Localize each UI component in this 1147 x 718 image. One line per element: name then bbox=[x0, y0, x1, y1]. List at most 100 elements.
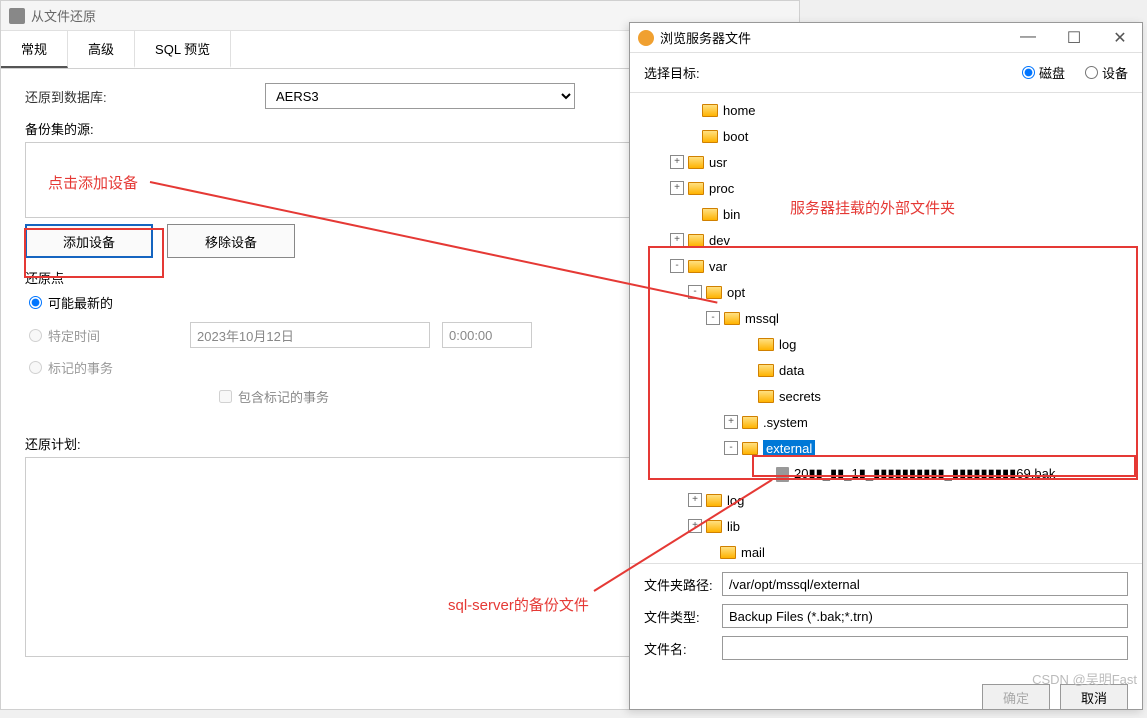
tree-node[interactable]: + usr bbox=[640, 149, 1132, 175]
tree-node[interactable]: + dev bbox=[640, 227, 1132, 253]
tree-expand-icon bbox=[702, 545, 716, 559]
tree-expand-icon[interactable]: - bbox=[706, 311, 720, 325]
radio-marked-label: 标记的事务 bbox=[48, 358, 113, 377]
radio-latest-label: 可能最新的 bbox=[48, 293, 113, 312]
folder-icon bbox=[706, 286, 722, 299]
folder-icon bbox=[706, 494, 722, 507]
type-input[interactable] bbox=[722, 604, 1128, 628]
type-label: 文件类型: bbox=[644, 607, 722, 626]
remove-device-button[interactable]: 移除设备 bbox=[167, 224, 295, 258]
tree-expand-icon bbox=[684, 103, 698, 117]
add-device-button[interactable]: 添加设备 bbox=[25, 224, 153, 258]
tree-node-label[interactable]: usr bbox=[709, 155, 727, 170]
tree-node-label[interactable]: var bbox=[709, 259, 727, 274]
tree-node[interactable]: data bbox=[640, 357, 1132, 383]
minimize-icon[interactable]: — bbox=[1014, 28, 1042, 48]
browser-icon bbox=[638, 30, 654, 46]
tree-node-label[interactable]: dev bbox=[709, 233, 730, 248]
tree-node[interactable]: 20▮▮_▮▮_1▮_▮▮▮▮▮▮▮▮▮▮_▮▮▮▮▮▮▮▮▮69.bak bbox=[640, 461, 1132, 487]
folder-icon bbox=[702, 208, 718, 221]
tree-node-label[interactable]: home bbox=[723, 103, 756, 118]
folder-tree[interactable]: homeboot+usr+procbin+dev-var-opt-mssqllo… bbox=[630, 93, 1142, 563]
tree-node-label[interactable]: log bbox=[779, 337, 796, 352]
folder-icon bbox=[702, 130, 718, 143]
name-label: 文件名: bbox=[644, 639, 722, 658]
tab-general[interactable]: 常规 bbox=[1, 31, 68, 68]
radio-disk[interactable] bbox=[1022, 66, 1035, 79]
tree-expand-icon[interactable]: + bbox=[670, 181, 684, 195]
radio-device-label: 设备 bbox=[1102, 63, 1128, 82]
tree-node[interactable]: secrets bbox=[640, 383, 1132, 409]
tree-node[interactable]: bin bbox=[640, 201, 1132, 227]
radio-latest[interactable] bbox=[29, 296, 42, 309]
tree-expand-icon[interactable]: + bbox=[670, 233, 684, 247]
radio-specific-label: 特定时间 bbox=[48, 326, 100, 345]
tree-node[interactable]: - var bbox=[640, 253, 1132, 279]
tree-node[interactable]: + log bbox=[640, 487, 1132, 513]
tree-node[interactable]: - mssql bbox=[640, 305, 1132, 331]
tree-expand-icon[interactable]: - bbox=[670, 259, 684, 273]
tab-sql-preview[interactable]: SQL 预览 bbox=[135, 31, 231, 68]
time-input[interactable] bbox=[442, 322, 532, 348]
folder-icon bbox=[706, 520, 722, 533]
tree-node-label[interactable]: boot bbox=[723, 129, 748, 144]
restore-to-label: 还原到数据库: bbox=[25, 87, 265, 106]
tree-node[interactable]: boot bbox=[640, 123, 1132, 149]
folder-icon bbox=[720, 546, 736, 559]
folder-icon bbox=[688, 182, 704, 195]
folder-icon bbox=[688, 260, 704, 273]
restore-to-select[interactable]: AERS3 bbox=[265, 83, 575, 109]
app-icon bbox=[9, 8, 25, 24]
tree-node-label[interactable]: lib bbox=[727, 519, 740, 534]
tree-expand-icon bbox=[758, 467, 772, 481]
tree-node-label[interactable]: mssql bbox=[745, 311, 779, 326]
radio-device[interactable] bbox=[1085, 66, 1098, 79]
tree-expand-icon[interactable]: + bbox=[688, 519, 702, 533]
tree-node-label[interactable]: log bbox=[727, 493, 744, 508]
close-icon[interactable]: ✕ bbox=[1106, 28, 1134, 48]
path-label: 文件夹路径: bbox=[644, 575, 722, 594]
tree-node[interactable]: - external bbox=[640, 435, 1132, 461]
tree-node[interactable]: + .system bbox=[640, 409, 1132, 435]
folder-icon bbox=[758, 390, 774, 403]
tree-expand-icon[interactable]: - bbox=[688, 285, 702, 299]
tree-node[interactable]: mail bbox=[640, 539, 1132, 563]
tree-node[interactable]: home bbox=[640, 97, 1132, 123]
tab-advanced[interactable]: 高级 bbox=[68, 31, 135, 68]
tree-node[interactable]: - opt bbox=[640, 279, 1132, 305]
select-target-label: 选择目标: bbox=[644, 63, 1002, 82]
tree-expand-icon bbox=[740, 363, 754, 377]
tree-expand-icon[interactable]: + bbox=[724, 415, 738, 429]
folder-icon bbox=[742, 416, 758, 429]
path-input[interactable] bbox=[722, 572, 1128, 596]
folder-icon bbox=[688, 234, 704, 247]
tree-node-label[interactable]: secrets bbox=[779, 389, 821, 404]
folder-icon bbox=[724, 312, 740, 325]
tree-node-label[interactable]: mail bbox=[741, 545, 765, 560]
tree-expand-icon[interactable]: + bbox=[688, 493, 702, 507]
tree-node-label[interactable]: bin bbox=[723, 207, 740, 222]
tree-node-label[interactable]: 20▮▮_▮▮_1▮_▮▮▮▮▮▮▮▮▮▮_▮▮▮▮▮▮▮▮▮69.bak bbox=[794, 466, 1055, 482]
tree-expand-icon bbox=[684, 129, 698, 143]
tree-node-label[interactable]: opt bbox=[727, 285, 745, 300]
include-marked-label: 包含标记的事务 bbox=[238, 387, 329, 406]
tree-node[interactable]: + proc bbox=[640, 175, 1132, 201]
tree-node-label[interactable]: .system bbox=[763, 415, 808, 430]
tree-node[interactable]: + lib bbox=[640, 513, 1132, 539]
tree-node[interactable]: log bbox=[640, 331, 1132, 357]
name-input[interactable] bbox=[722, 636, 1128, 660]
watermark: CSDN @吴明Fast bbox=[1032, 669, 1137, 688]
date-input[interactable] bbox=[190, 322, 430, 348]
tree-node-label[interactable]: external bbox=[763, 440, 815, 457]
tree-expand-icon[interactable]: + bbox=[670, 155, 684, 169]
tree-node-label[interactable]: proc bbox=[709, 181, 734, 196]
maximize-icon[interactable]: ☐ bbox=[1060, 28, 1088, 48]
tree-expand-icon bbox=[684, 207, 698, 221]
tree-expand-icon bbox=[740, 337, 754, 351]
file-icon bbox=[776, 467, 789, 482]
folder-icon bbox=[758, 364, 774, 377]
tree-node-label[interactable]: data bbox=[779, 363, 804, 378]
tree-expand-icon[interactable]: - bbox=[724, 441, 738, 455]
radio-disk-label: 磁盘 bbox=[1039, 63, 1065, 82]
window-title: 从文件还原 bbox=[31, 6, 96, 25]
